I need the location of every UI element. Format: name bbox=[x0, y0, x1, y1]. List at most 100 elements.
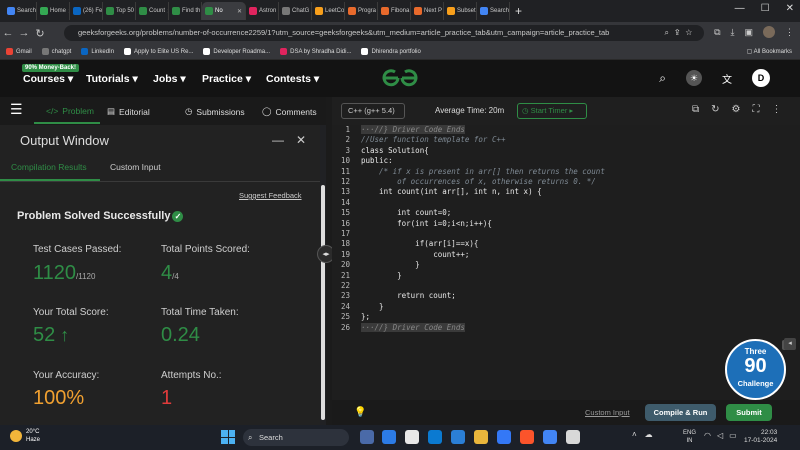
messenger-icon[interactable] bbox=[497, 430, 511, 444]
output-scrollbar[interactable] bbox=[321, 185, 325, 420]
menu-icon[interactable]: ⋮ bbox=[785, 27, 794, 38]
minimize-icon[interactable]: — bbox=[735, 3, 745, 14]
tab-close-icon[interactable]: ✕ bbox=[237, 8, 242, 15]
nav-contests[interactable]: Contests ▾ bbox=[266, 73, 319, 85]
tab-custom-input[interactable]: Custom Input bbox=[110, 162, 161, 172]
weather-widget[interactable]: 20°C Haze bbox=[10, 428, 40, 444]
taskbar-search[interactable]: ⌕ Search bbox=[243, 429, 349, 446]
profile-avatar[interactable] bbox=[763, 26, 775, 38]
compile-run-button[interactable]: Compile & Run bbox=[645, 404, 716, 421]
photos-icon[interactable] bbox=[566, 430, 580, 444]
taskbar-clock[interactable]: 22:03 17-01-2024 bbox=[744, 429, 777, 445]
tray-chevron-icon[interactable]: ˄ bbox=[632, 430, 637, 439]
gfg-logo[interactable] bbox=[380, 66, 420, 90]
browser-tab[interactable]: ChatG✕ bbox=[279, 2, 312, 20]
copy-icon[interactable]: ⧉ bbox=[692, 104, 699, 115]
lightbulb-icon[interactable]: 💡 bbox=[352, 404, 369, 421]
chrome-icon[interactable] bbox=[405, 430, 419, 444]
settings-icon[interactable]: ⚙ bbox=[732, 104, 741, 115]
language-select[interactable]: C++ (g++ 5.4) bbox=[341, 103, 405, 119]
bookmark-item[interactable]: Developer Roadma... bbox=[203, 48, 270, 55]
browser-tab[interactable]: Top 50✕ bbox=[103, 2, 136, 20]
extensions-icon[interactable]: ⧉ bbox=[714, 27, 720, 38]
theme-toggle-icon[interactable]: ☀ bbox=[686, 70, 702, 86]
translate-icon[interactable]: 文 bbox=[722, 71, 732, 86]
browser-tab[interactable]: Subset✕ bbox=[444, 2, 477, 20]
points-label: Total Points Scored: bbox=[161, 244, 250, 255]
zoom-icon[interactable]: ⌕ bbox=[664, 28, 674, 37]
onedrive-icon[interactable]: ☁ bbox=[645, 430, 653, 439]
fold-marker-icon[interactable]: ··· bbox=[361, 125, 375, 134]
collapse-panel-icon[interactable]: ◂ bbox=[784, 338, 796, 350]
tab-comments[interactable]: ◯ Comments bbox=[262, 106, 317, 117]
start-timer-button[interactable]: ◷ Start Timer ▸ bbox=[517, 103, 587, 119]
maximize-icon[interactable]: ☐ bbox=[761, 3, 770, 14]
browser-tab[interactable]: Next P✕ bbox=[411, 2, 444, 20]
download-icon[interactable]: ⤓ bbox=[731, 27, 735, 38]
file-explorer-icon[interactable] bbox=[474, 430, 488, 444]
side-panel-icon[interactable]: ▣ bbox=[744, 27, 753, 38]
taskview-icon[interactable] bbox=[360, 430, 374, 444]
forward-icon[interactable]: → bbox=[16, 27, 32, 39]
browser-tab[interactable]: Count✕ bbox=[136, 2, 169, 20]
reset-icon[interactable]: ↻ bbox=[711, 104, 719, 115]
browser-tab[interactable]: Find th✕ bbox=[169, 2, 202, 20]
store-icon[interactable] bbox=[428, 430, 442, 444]
user-avatar[interactable]: D bbox=[752, 69, 770, 87]
bookmark-item[interactable]: LinkedIn bbox=[81, 48, 114, 55]
nav-practice[interactable]: Practice ▾ bbox=[202, 73, 251, 85]
bookmark-item[interactable]: DSA by Shradha Didi... bbox=[280, 48, 351, 55]
chrome-profile-icon[interactable] bbox=[543, 430, 557, 444]
fullscreen-icon[interactable]: ⛶ bbox=[753, 104, 760, 115]
bookmark-item[interactable]: chatgpt bbox=[41, 48, 71, 55]
vscode-icon[interactable] bbox=[451, 430, 465, 444]
close-panel-icon[interactable]: ✕ bbox=[296, 133, 306, 147]
attempts-value: 1 bbox=[161, 387, 173, 409]
money-back-badge[interactable]: 90% Money-Back! bbox=[22, 64, 80, 72]
language-indicator[interactable]: ENG IN bbox=[683, 429, 696, 445]
custom-input-link[interactable]: Custom Input bbox=[585, 408, 630, 417]
browser-tab[interactable]: Search✕ bbox=[4, 2, 37, 20]
nav-courses[interactable]: Courses ▾ bbox=[23, 73, 73, 85]
total-score-label: Your Total Score: bbox=[33, 307, 109, 318]
tab-submissions[interactable]: ◷ Submissions bbox=[185, 106, 245, 117]
tab-editorial[interactable]: ▤ Editorial bbox=[107, 106, 150, 117]
browser-tab[interactable]: Progra✕ bbox=[345, 2, 378, 20]
reload-icon[interactable]: ↻ bbox=[32, 27, 48, 40]
browser-tab[interactable]: (26) Fe✕ bbox=[70, 2, 103, 20]
submit-button[interactable]: Submit bbox=[726, 404, 772, 421]
browser-tab[interactable]: No ✕ bbox=[202, 2, 246, 20]
bookmark-item[interactable]: Dhirendra portfolio bbox=[361, 48, 421, 55]
browser-tab[interactable]: Search✕ bbox=[477, 2, 510, 20]
bookmark-item[interactable]: Gmail bbox=[6, 48, 32, 55]
fold-marker-icon[interactable]: ··· bbox=[361, 322, 375, 332]
browser-tab[interactable]: Fibona✕ bbox=[378, 2, 411, 20]
new-tab-icon[interactable]: + bbox=[515, 4, 522, 18]
back-icon[interactable]: ← bbox=[0, 27, 16, 39]
tab-editorial-label: Editorial bbox=[119, 106, 150, 117]
url-field[interactable]: geeksforgeeks.org/problems/number-of-occ… bbox=[64, 25, 704, 41]
search-icon[interactable]: ⌕ bbox=[659, 71, 666, 86]
browser-tab[interactable]: LeetCo✕ bbox=[312, 2, 345, 20]
browser-tab[interactable]: Home✕ bbox=[37, 2, 70, 20]
brave-icon[interactable] bbox=[520, 430, 534, 444]
bookmark-item[interactable]: Apply to Elite US Re... bbox=[124, 48, 193, 55]
close-window-icon[interactable]: ✕ bbox=[786, 3, 794, 14]
tab-problem[interactable]: </> Problem bbox=[46, 106, 94, 116]
hamburger-menu-icon[interactable]: ☰ bbox=[10, 101, 23, 118]
all-bookmarks-button[interactable]: ▢ All Bookmarks bbox=[747, 48, 792, 55]
tab-compilation-results[interactable]: Compilation Results bbox=[11, 162, 87, 172]
total-score-number: 52 bbox=[33, 324, 56, 346]
teams-icon[interactable] bbox=[382, 430, 396, 444]
nav-jobs[interactable]: Jobs ▾ bbox=[153, 73, 186, 85]
browser-tab[interactable]: Astron✕ bbox=[246, 2, 279, 20]
nav-tutorials[interactable]: Tutorials ▾ bbox=[86, 73, 138, 85]
suggest-feedback-link[interactable]: Suggest Feedback bbox=[239, 191, 302, 200]
status-icons[interactable]: ◠ ◁ ▭ bbox=[704, 431, 737, 440]
minimize-panel-icon[interactable]: — bbox=[272, 133, 284, 147]
challenge-promo-badge[interactable]: Three 90 Challenge bbox=[725, 339, 786, 400]
windows-start-icon[interactable] bbox=[221, 430, 235, 444]
share-icon[interactable]: ⇪ bbox=[675, 28, 686, 37]
bookmark-star-icon[interactable]: ☆ bbox=[685, 28, 698, 37]
more-icon[interactable]: ⋮ bbox=[772, 104, 782, 115]
